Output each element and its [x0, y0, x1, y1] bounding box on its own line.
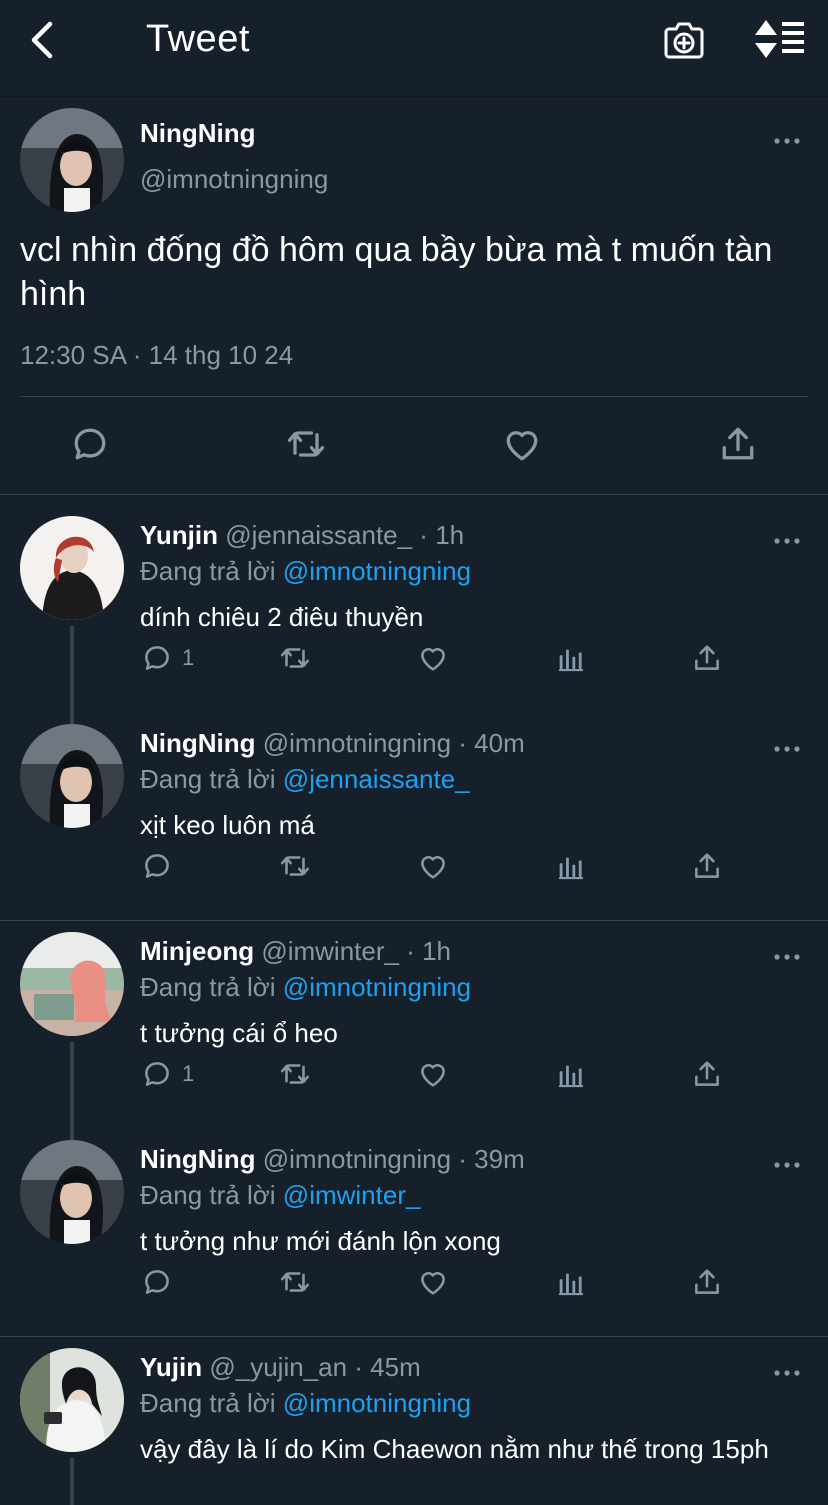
- reply-icon: [140, 849, 174, 883]
- share-icon: [690, 849, 724, 883]
- main-tweet: NingNing @imnotningning vcl nhìn đống đồ…: [0, 96, 828, 495]
- retweet-icon: [278, 1265, 312, 1299]
- reply-icon[interactable]: [68, 422, 112, 466]
- share-button[interactable]: [690, 1054, 724, 1094]
- analytics-button[interactable]: [554, 846, 588, 886]
- more-options-icon[interactable]: [772, 744, 802, 754]
- avatar[interactable]: [20, 516, 124, 620]
- author-handle[interactable]: @imnotningning: [140, 164, 328, 195]
- author-name[interactable]: NingNing: [140, 1144, 256, 1174]
- replying-to-link[interactable]: @jennaissante_: [283, 764, 470, 794]
- handle-time: @jennaissante_ · 1h: [225, 520, 465, 550]
- replying-label: Đang trả lời: [140, 1180, 276, 1210]
- reply-count: 1: [182, 645, 195, 670]
- reply-icon: [140, 1057, 174, 1091]
- replying-to-link[interactable]: @imwinter_: [283, 1180, 421, 1210]
- like-button[interactable]: [416, 1054, 450, 1094]
- share-icon: [690, 1057, 724, 1091]
- replying-label: Đang trả lời: [140, 1388, 276, 1418]
- reply-button[interactable]: 1: [140, 1054, 194, 1094]
- replying-label: Đang trả lời: [140, 764, 276, 794]
- reply-tweet[interactable]: Yujin @_yujin_an · 45m Đang trả lời @imn…: [0, 1328, 828, 1505]
- tweet-timestamp: 12:30 SA · 14 thg 10 24: [20, 340, 294, 370]
- retweet-icon[interactable]: [284, 422, 328, 466]
- page-title: Tweet: [146, 18, 250, 60]
- analytics-icon: [554, 641, 588, 675]
- replying-to-link[interactable]: @imnotningning: [283, 972, 471, 1002]
- handle-time: @imnotningning · 39m: [262, 1144, 525, 1174]
- reply-tweet[interactable]: Yunjin @jennaissante_ · 1h Đang trả lời …: [0, 496, 828, 704]
- analytics-icon: [554, 1265, 588, 1299]
- tweet-text: vcl nhìn đống đồ hôm qua bầy bừa mà t mu…: [20, 231, 773, 313]
- analytics-button[interactable]: [554, 1054, 588, 1094]
- reply-text: t tưởng như mới đánh lộn xong: [140, 1226, 501, 1256]
- more-options-icon[interactable]: [772, 136, 802, 146]
- analytics-button[interactable]: [554, 638, 588, 678]
- reply-tweet[interactable]: NingNing @imnotningning · 39m Đang trả l…: [0, 1120, 828, 1336]
- replying-to-link[interactable]: @imnotningning: [283, 556, 471, 586]
- retweet-button[interactable]: [278, 1262, 312, 1302]
- more-options-icon[interactable]: [772, 536, 802, 546]
- like-icon[interactable]: [500, 422, 544, 466]
- analytics-icon: [554, 849, 588, 883]
- analytics-icon: [554, 1057, 588, 1091]
- author-name[interactable]: Yujin: [140, 1352, 202, 1382]
- camera-plus-icon[interactable]: [660, 16, 708, 64]
- more-options-icon[interactable]: [772, 952, 802, 962]
- like-icon: [416, 641, 450, 675]
- handle-time: @imwinter_ · 1h: [261, 936, 451, 966]
- share-button[interactable]: [690, 846, 724, 886]
- retweet-button[interactable]: [278, 638, 312, 678]
- retweet-button[interactable]: [278, 846, 312, 886]
- avatar[interactable]: [20, 724, 124, 828]
- reply-tweet[interactable]: Minjeong @imwinter_ · 1h Đang trả lời @i…: [0, 912, 828, 1120]
- more-options-icon[interactable]: [772, 1160, 802, 1170]
- like-button[interactable]: [416, 638, 450, 678]
- reply-text: t tưởng cái ổ heo: [140, 1018, 338, 1048]
- share-button[interactable]: [690, 638, 724, 678]
- chevron-left-icon[interactable]: [22, 18, 66, 62]
- avatar[interactable]: [20, 1348, 124, 1452]
- like-icon: [416, 849, 450, 883]
- like-button[interactable]: [416, 1262, 450, 1302]
- reply-tweet[interactable]: NingNing @imnotningning · 40m Đang trả l…: [0, 704, 828, 920]
- more-options-icon[interactable]: [772, 1368, 802, 1378]
- replying-label: Đang trả lời: [140, 556, 276, 586]
- retweet-icon: [278, 641, 312, 675]
- share-icon: [690, 641, 724, 675]
- reply-button[interactable]: 1: [140, 638, 194, 678]
- reply-button[interactable]: [140, 1262, 182, 1302]
- analytics-button[interactable]: [554, 1262, 588, 1302]
- reply-icon: [140, 1265, 174, 1299]
- like-icon: [416, 1265, 450, 1299]
- handle-time: @imnotningning · 40m: [262, 728, 525, 758]
- retweet-button[interactable]: [278, 1054, 312, 1094]
- avatar[interactable]: [20, 1140, 124, 1244]
- reply-count: 1: [182, 1061, 195, 1086]
- share-button[interactable]: [690, 1262, 724, 1302]
- divider: [20, 396, 808, 397]
- replying-label: Đang trả lời: [140, 972, 276, 1002]
- replying-to-link[interactable]: @imnotningning: [283, 1388, 471, 1418]
- avatar[interactable]: [20, 932, 124, 1036]
- author-name[interactable]: NingNing: [140, 118, 256, 149]
- reply-text: xịt keo luôn má: [140, 810, 315, 840]
- share-icon: [690, 1265, 724, 1299]
- reply-text: vậy đây là lí do Kim Chaewon nằm như thế…: [140, 1434, 769, 1464]
- retweet-icon: [278, 1057, 312, 1091]
- like-button[interactable]: [416, 846, 450, 886]
- share-icon[interactable]: [716, 422, 760, 466]
- avatar[interactable]: [20, 108, 124, 212]
- top-bar: Tweet: [0, 0, 828, 97]
- author-name[interactable]: Yunjin: [140, 520, 218, 550]
- handle-time: @_yujin_an · 45m: [209, 1352, 421, 1382]
- reply-icon: [140, 641, 174, 675]
- like-icon: [416, 1057, 450, 1091]
- sort-icon[interactable]: [752, 18, 808, 62]
- author-name[interactable]: Minjeong: [140, 936, 254, 966]
- reply-text: dính chiêu 2 điêu thuyền: [140, 602, 424, 632]
- reply-button[interactable]: [140, 846, 182, 886]
- author-name[interactable]: NingNing: [140, 728, 256, 758]
- retweet-icon: [278, 849, 312, 883]
